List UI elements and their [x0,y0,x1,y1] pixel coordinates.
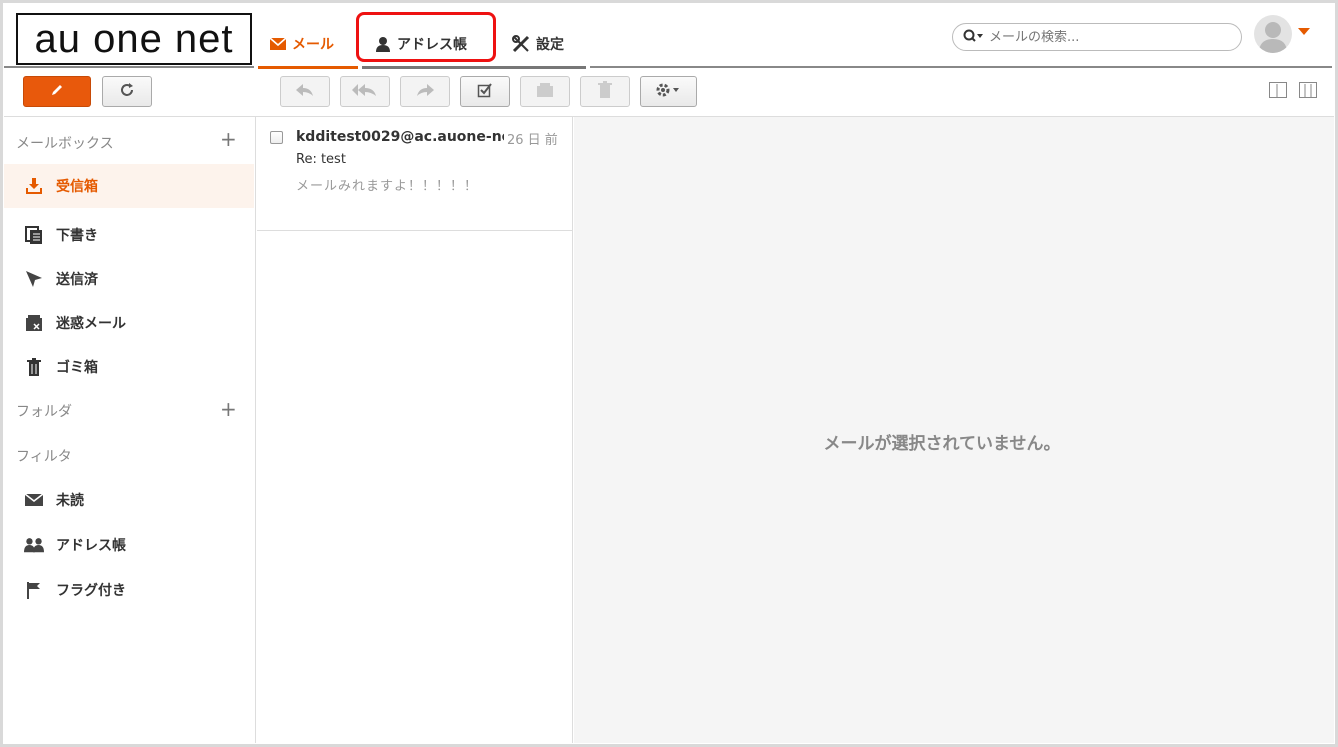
more-settings-button[interactable] [640,76,697,107]
header-divider-left [4,66,254,68]
gear-icon [654,81,684,103]
delete-button[interactable] [580,76,630,107]
add-mailbox-icon[interactable]: + [220,129,237,149]
refresh-icon [118,81,136,103]
message-preview: メールみれますよ！！！！！ [296,179,479,194]
tab-address-book[interactable]: アドレス帳 [375,24,467,64]
tab-mail-underline [258,66,358,69]
sidebar-item-label: 迷惑メール [56,316,126,332]
sidebar-item-unread[interactable]: 未読 [4,478,254,522]
sidebar-item-contacts[interactable]: アドレス帳 [4,523,254,567]
search-input[interactable] [989,29,1219,45]
sidebar-item-flagged[interactable]: フラグ付き [4,568,254,612]
pencil-icon [49,82,65,102]
sidebar-item-inbox[interactable]: 受信箱 [4,164,254,208]
envelope-icon [24,490,44,510]
checkbox-icon [477,82,493,102]
compose-button[interactable] [23,76,91,107]
avatar[interactable] [1254,15,1292,53]
sidebar-item-label: ゴミ箱 [56,360,98,376]
avatar-caret-icon[interactable] [1298,28,1310,35]
mailbox-section-title: メールボックス [16,136,114,152]
refresh-button[interactable] [102,76,152,107]
reading-pane: メールが選択されていません。 [574,117,1334,743]
header-divider-right [590,66,1332,68]
sidebar: メールボックス + 受信箱 下書き 送信済 迷惑メール ゴミ箱 フォルダ + フ… [4,117,256,743]
sidebar-item-label: 下書き [56,228,98,244]
reply-all-button[interactable] [340,76,390,107]
mark-button[interactable] [460,76,510,107]
tab-address-book-label: アドレス帳 [397,37,467,53]
sidebar-item-label: 受信箱 [56,179,98,195]
sent-icon [24,269,44,289]
trash-icon [598,80,612,103]
sidebar-item-label: 未読 [56,493,84,509]
person-icon [375,36,391,52]
search-box[interactable] [952,23,1242,51]
contacts-icon [24,535,44,555]
reply-button[interactable] [280,76,330,107]
tabs-underline [362,66,586,69]
message-date: 26 日 前 [507,133,558,148]
folders-section-title: フォルダ [16,404,72,420]
tab-settings-label: 設定 [536,37,564,53]
spam-icon [24,313,44,333]
list-item[interactable]: kdditest0029@ac.auone-net. 26 日 前 Re: te… [257,117,573,231]
sidebar-item-sent[interactable]: 送信済 [4,257,254,301]
tab-mail[interactable]: メール [270,24,334,64]
sidebar-item-label: フラグ付き [56,583,126,599]
sidebar-item-spam[interactable]: 迷惑メール [4,301,254,345]
flag-icon [24,580,44,600]
filters-section-title: フィルタ [16,449,72,465]
message-checkbox[interactable] [270,131,283,144]
no-message-selected-text: メールが選択されていません。 [823,434,1061,454]
sidebar-item-drafts[interactable]: 下書き [4,213,254,257]
drafts-icon [24,225,44,245]
forward-icon [415,82,435,101]
forward-button[interactable] [400,76,450,107]
tools-icon [512,35,530,53]
single-pane-layout-icon[interactable] [1269,82,1287,98]
search-icon[interactable] [963,28,983,47]
tab-settings[interactable]: 設定 [512,24,564,64]
logo[interactable]: au one net [16,13,252,65]
folder-icon [536,82,554,102]
sidebar-item-trash[interactable]: ゴミ箱 [4,345,254,389]
three-pane-layout-icon[interactable] [1299,82,1317,98]
inbox-icon [24,176,44,196]
message-subject: Re: test [296,152,346,167]
envelope-icon [270,38,286,50]
move-button[interactable] [520,76,570,107]
message-list: kdditest0029@ac.auone-net. 26 日 前 Re: te… [257,117,573,743]
tab-mail-label: メール [292,37,334,53]
message-sender: kdditest0029@ac.auone-net. [296,129,504,145]
sidebar-item-label: 送信済 [56,272,98,288]
trash-icon [24,357,44,377]
sidebar-item-label: アドレス帳 [56,538,126,554]
reply-all-icon [352,82,378,101]
add-folder-icon[interactable]: + [220,399,237,419]
reply-icon [295,82,315,101]
